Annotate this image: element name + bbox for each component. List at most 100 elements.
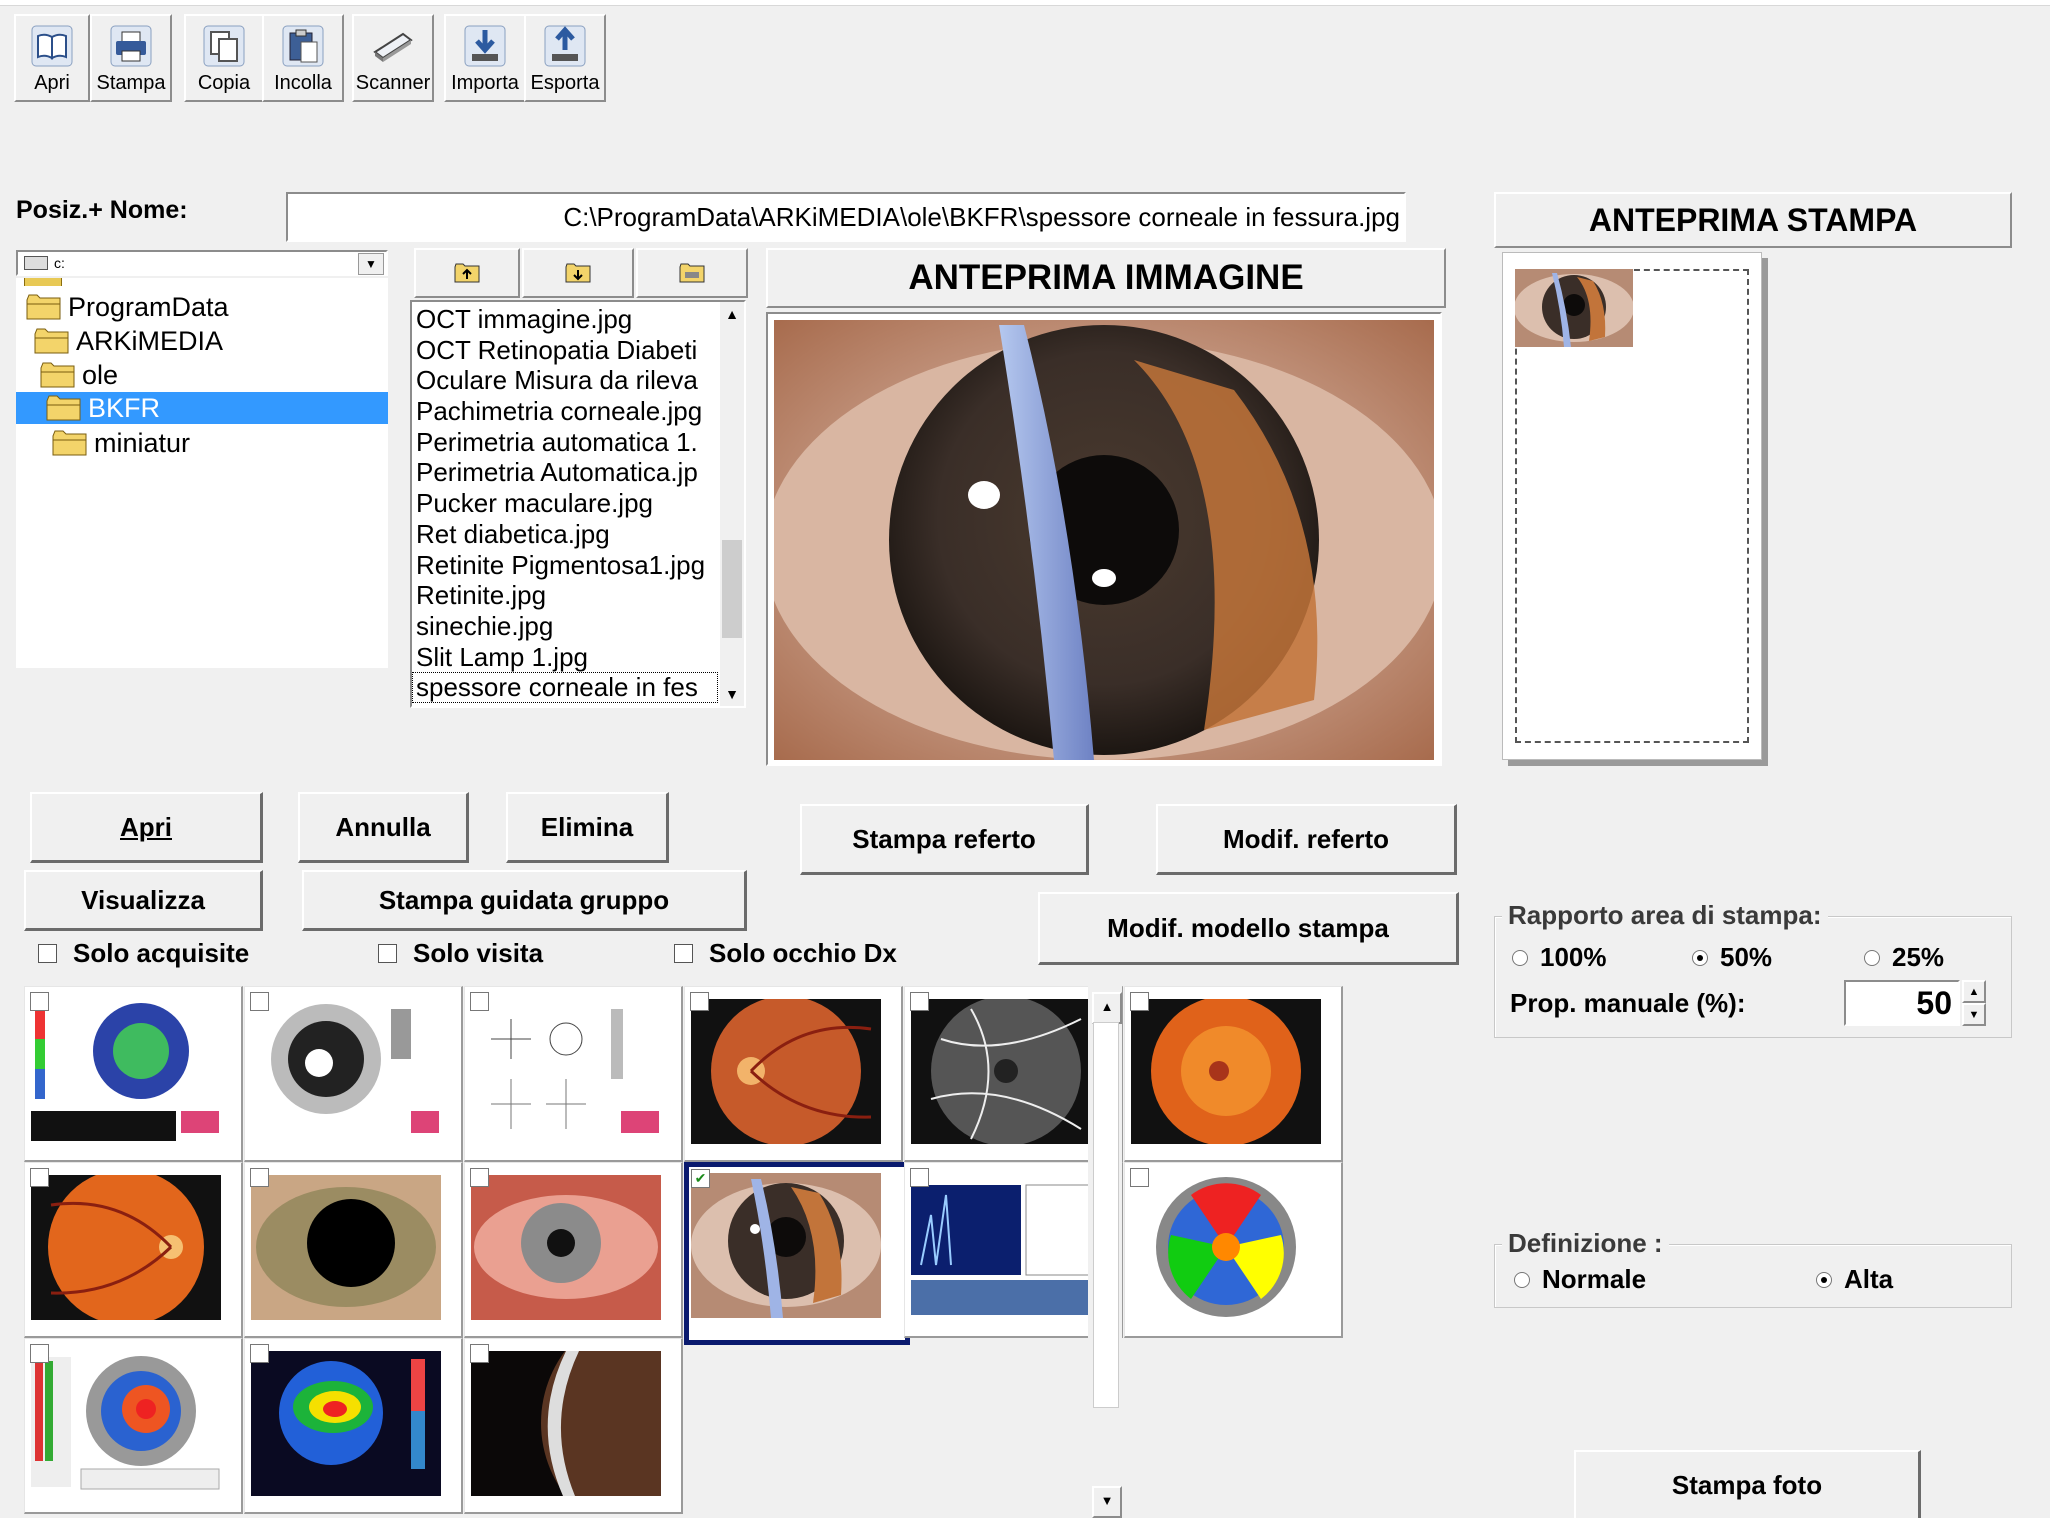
thumbnail-checkbox[interactable] — [470, 992, 489, 1011]
file-list[interactable]: OCT immagine.jpg OCT Retinopatia Diabeti O… — [410, 300, 746, 708]
spin-down-icon[interactable]: ▼ — [1962, 1003, 1986, 1026]
thumbnail-grid[interactable]: ✔ ▲ ▼ — [24, 986, 1352, 1518]
definizione-normale-radio[interactable]: Normale — [1514, 1264, 1646, 1295]
drive-select[interactable]: c: ▼ — [16, 250, 388, 276]
thumbnail-topography-report[interactable] — [24, 1338, 243, 1514]
folder-down-button[interactable] — [522, 248, 634, 298]
thumbnail-checkbox[interactable] — [470, 1168, 489, 1187]
thumbnail-slit-lamp-selected[interactable]: ✔ — [684, 1162, 910, 1345]
thumbnail-checkbox[interactable] — [30, 1344, 49, 1363]
definizione-alta-radio[interactable]: Alta — [1816, 1264, 1893, 1295]
tree-item-ole[interactable]: ole — [40, 359, 118, 391]
thumbnail-slit-lamp-2[interactable] — [464, 1338, 683, 1514]
file-list-item[interactable]: Perimetria Automatica.jp — [412, 457, 718, 488]
scroll-down-icon[interactable]: ▼ — [1092, 1486, 1122, 1518]
thumbnail-pachymetry-map[interactable] — [1124, 1162, 1343, 1338]
toolbar-importa-button[interactable]: Importa — [444, 14, 526, 102]
spin-up-icon[interactable]: ▲ — [1962, 980, 1986, 1003]
scrollbar-thumb[interactable] — [1093, 1022, 1119, 1408]
folder-up-button[interactable] — [414, 248, 520, 298]
rapporto-100-radio[interactable]: 100% — [1512, 942, 1607, 973]
file-list-item[interactable]: OCT immagine.jpg — [412, 304, 718, 335]
thumbnail-checkbox[interactable] — [250, 992, 269, 1011]
visualizza-button[interactable]: Visualizza — [24, 870, 263, 931]
radio-dot[interactable] — [1512, 949, 1528, 966]
solo-visita-checkbox[interactable]: Solo visita — [378, 938, 543, 969]
toolbar-stampa-button[interactable]: Stampa — [90, 14, 172, 102]
thumbnail-perimetry-chart[interactable] — [464, 986, 683, 1162]
drive-button[interactable] — [636, 248, 748, 298]
stampa-foto-button[interactable]: Stampa foto — [1574, 1450, 1921, 1518]
file-list-item[interactable]: OCT Retinopatia Diabeti — [412, 335, 718, 366]
tree-item-bkfr[interactable]: BKFR — [16, 392, 388, 424]
tree-item-arkimedia[interactable]: ARKiMEDIA — [34, 325, 223, 357]
toolbar-apri-button[interactable]: Apri — [14, 14, 90, 102]
thumbnail-perimetry-grayscale[interactable] — [244, 986, 463, 1162]
toolbar-copia-button[interactable]: Copia — [184, 14, 264, 102]
thumbnail-checkbox[interactable] — [30, 992, 49, 1011]
file-list-item[interactable]: Oculare Misura da rileva — [412, 365, 718, 396]
file-list-item[interactable]: Pucker maculare.jpg — [412, 488, 718, 519]
import-icon — [464, 25, 506, 67]
file-list-item[interactable]: Retinite.jpg — [412, 580, 718, 611]
thumbnail-checkbox[interactable] — [690, 992, 709, 1011]
thumbnail-checkbox[interactable] — [250, 1344, 269, 1363]
scrollbar-thumb[interactable] — [722, 540, 742, 638]
rapporto-50-radio[interactable]: 50% — [1692, 942, 1772, 973]
tree-item-programdata[interactable]: ProgramData — [26, 291, 229, 323]
file-list-item[interactable]: Pachimetria corneale.jpg — [412, 396, 718, 427]
thumbnail-checkbox[interactable] — [470, 1344, 489, 1363]
scroll-up-icon[interactable]: ▲ — [720, 302, 744, 326]
checkbox-box[interactable] — [674, 944, 693, 963]
radio-dot-selected[interactable] — [1816, 1271, 1832, 1288]
radio-dot-selected[interactable] — [1692, 949, 1708, 966]
thumbnail-retina-1[interactable] — [684, 986, 903, 1162]
file-list-item[interactable]: spessore corneale in fes — [412, 672, 718, 703]
thumbnail-checkbox[interactable] — [1130, 1168, 1149, 1187]
annulla-button[interactable]: Annulla — [298, 792, 469, 863]
file-list-scrollbar[interactable]: ▲ ▼ — [720, 302, 744, 706]
thumbnail-red-eye[interactable] — [464, 1162, 683, 1338]
thumbnail-corneal-topography[interactable] — [24, 986, 243, 1162]
prop-manuale-input[interactable]: 50 — [1844, 980, 1960, 1026]
file-list-item[interactable]: Slit Lamp 1.jpg — [412, 642, 718, 673]
toolbar-scanner-button[interactable]: Scanner — [352, 14, 434, 102]
thumbnail-checkbox[interactable] — [1130, 992, 1149, 1011]
chevron-down-icon[interactable]: ▼ — [358, 253, 384, 275]
file-list-item[interactable]: Retinite Pigmentosa1.jpg — [412, 550, 718, 581]
thumbnail-checkbox[interactable] — [250, 1168, 269, 1187]
radio-dot[interactable] — [1864, 949, 1880, 966]
thumbnail-checkbox-checked[interactable]: ✔ — [691, 1169, 710, 1188]
checkbox-box[interactable] — [38, 944, 57, 963]
stampa-guidata-gruppo-button[interactable]: Stampa guidata gruppo — [302, 870, 747, 931]
thumbnail-retina-2[interactable] — [1124, 986, 1343, 1162]
scroll-down-icon[interactable]: ▼ — [720, 682, 744, 706]
tree-item-miniatur[interactable]: miniatur — [52, 427, 190, 459]
printer-icon — [110, 25, 152, 67]
thumbnail-checkbox[interactable] — [910, 992, 929, 1011]
modif-referto-button[interactable]: Modif. referto — [1156, 804, 1457, 875]
toolbar-incolla-button[interactable]: Incolla — [262, 14, 344, 102]
stampa-referto-button[interactable]: Stampa referto — [800, 804, 1089, 875]
apri-button[interactable]: Apri — [30, 792, 263, 863]
checkbox-box[interactable] — [378, 944, 397, 963]
solo-occhio-dx-checkbox[interactable]: Solo occhio Dx — [674, 938, 897, 969]
rapporto-25-radio[interactable]: 25% — [1864, 942, 1944, 973]
toolbar-esporta-button[interactable]: Esporta — [524, 14, 606, 102]
folder-tree[interactable]: ProgramData ARKiMEDIA ole BKFR miniatur — [16, 278, 388, 668]
thumbnail-checkbox[interactable] — [910, 1168, 929, 1187]
thumbnail-checkbox[interactable] — [30, 1168, 49, 1187]
file-list-item[interactable]: Perimetria automatica 1. — [412, 427, 718, 458]
thumbnail-retina-3[interactable] — [24, 1162, 243, 1338]
thumbnail-iris-synechiae[interactable] — [244, 1162, 463, 1338]
solo-acquisite-checkbox[interactable]: Solo acquisite — [38, 938, 249, 969]
thumbnail-elevation-map[interactable] — [244, 1338, 463, 1514]
file-list-item[interactable]: sinechie.jpg — [412, 611, 718, 642]
path-input[interactable]: C:\ProgramData\ARKiMEDIA\ole\BKFR\spesso… — [286, 192, 1406, 242]
thumbnail-scrollbar[interactable]: ▲ ▼ — [1088, 986, 1122, 1518]
modif-modello-stampa-button[interactable]: Modif. modello stampa — [1038, 892, 1459, 965]
scroll-up-icon[interactable]: ▲ — [1092, 992, 1122, 1024]
file-list-item[interactable]: Ret diabetica.jpg — [412, 519, 718, 550]
radio-dot[interactable] — [1514, 1271, 1530, 1288]
elimina-button[interactable]: Elimina — [506, 792, 669, 863]
